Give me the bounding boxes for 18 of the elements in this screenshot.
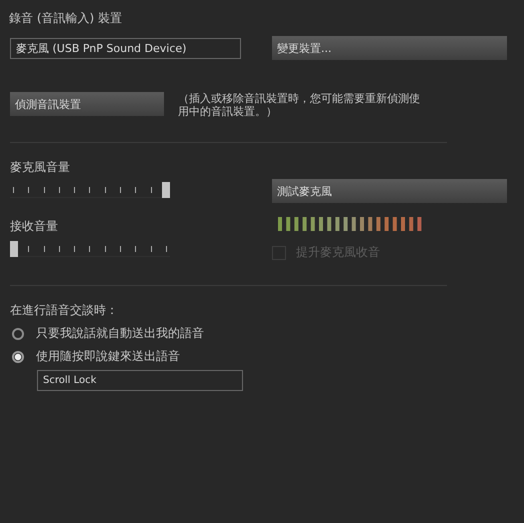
section-title: 錄音 (音訊輸入) 裝置 [9, 10, 123, 27]
receive-volume-label: 接收音量 [10, 218, 59, 235]
radio-button[interactable] [12, 328, 24, 340]
detect-devices-button[interactable]: 偵測音訊裝置 [10, 92, 164, 116]
voice-title: 在進行語音交談時： [10, 302, 119, 319]
hotkey-field[interactable]: Scroll Lock [37, 370, 243, 391]
detect-note: （插入或移除音訊裝置時，您可能需要重新偵測使用中的音訊裝置。） [178, 92, 421, 118]
device-field[interactable]: 麥克風 (USB PnP Sound Device) [10, 38, 241, 58]
mic-volume-label: 麥克風音量 [10, 159, 71, 176]
test-microphone-button[interactable]: 測試麥克風 [272, 179, 507, 203]
radio-button[interactable] [12, 350, 24, 362]
receive-volume-slider[interactable] [10, 241, 170, 257]
radio-label: 只要我說話就自動送出我的語音 [36, 325, 204, 342]
radio-label: 使用隨按即說鍵來送出語音 [36, 348, 180, 365]
slider-thumb[interactable] [10, 241, 18, 257]
slider-thumb[interactable] [162, 182, 170, 198]
change-device-button[interactable]: 變更裝置... [272, 36, 507, 60]
mic-volume-slider[interactable] [10, 182, 170, 198]
